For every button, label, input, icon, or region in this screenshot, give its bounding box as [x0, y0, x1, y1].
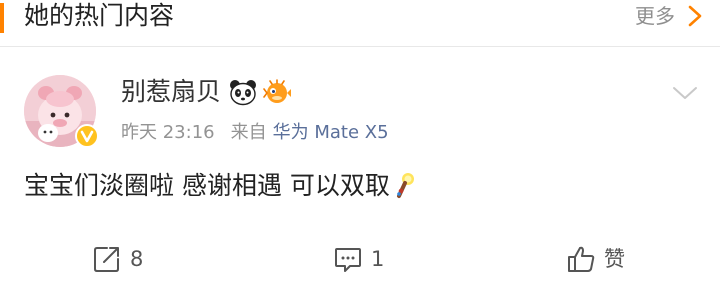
- section-title: 她的热门内容: [24, 1, 175, 30]
- author-name[interactable]: 别惹扇贝: [121, 75, 221, 109]
- like-button[interactable]: 赞: [566, 239, 625, 279]
- source-prefix: 来自: [230, 122, 267, 143]
- repost-count: 8: [130, 247, 144, 271]
- action-bar: 8 1 赞: [0, 239, 720, 279]
- comment-button[interactable]: 1: [333, 239, 384, 279]
- section-header: 她的热门内容 更多: [0, 0, 720, 37]
- like-label: 赞: [604, 247, 625, 271]
- thumbs-up-icon: [568, 246, 595, 272]
- more-link[interactable]: 更多: [635, 3, 705, 29]
- verified-badge: [75, 124, 99, 148]
- more-label: 更多: [635, 4, 675, 28]
- post-text: 宝宝们淡圈啦 感谢相遇 可以双取: [24, 171, 390, 200]
- torch-icon: [396, 173, 414, 198]
- comment-count: 1: [371, 247, 385, 271]
- repost-icon: [94, 247, 119, 272]
- post-body[interactable]: 宝宝们淡圈啦 感谢相遇 可以双取: [24, 169, 417, 203]
- post-time: 昨天 23:16: [121, 122, 215, 143]
- post-card[interactable]: 别惹扇贝 昨天 23:16 来自 华为 Mate X5 宝宝们淡圈啦 感谢相遇: [0, 47, 720, 297]
- chevron-right-icon: [688, 5, 702, 27]
- verified-v-icon: [80, 130, 94, 143]
- source-device[interactable]: 华为 Mate X5: [273, 121, 389, 145]
- header-accent-bar: [0, 3, 4, 33]
- comment-icon: [335, 248, 361, 272]
- author-row: 别惹扇贝: [121, 75, 297, 109]
- chevron-down-icon[interactable]: [672, 85, 698, 101]
- post-meta: 昨天 23:16 来自 华为 Mate X5: [121, 121, 389, 145]
- repost-button[interactable]: 8: [92, 239, 143, 279]
- panda-face-icon: [230, 80, 257, 106]
- pufferfish-icon: [263, 79, 292, 103]
